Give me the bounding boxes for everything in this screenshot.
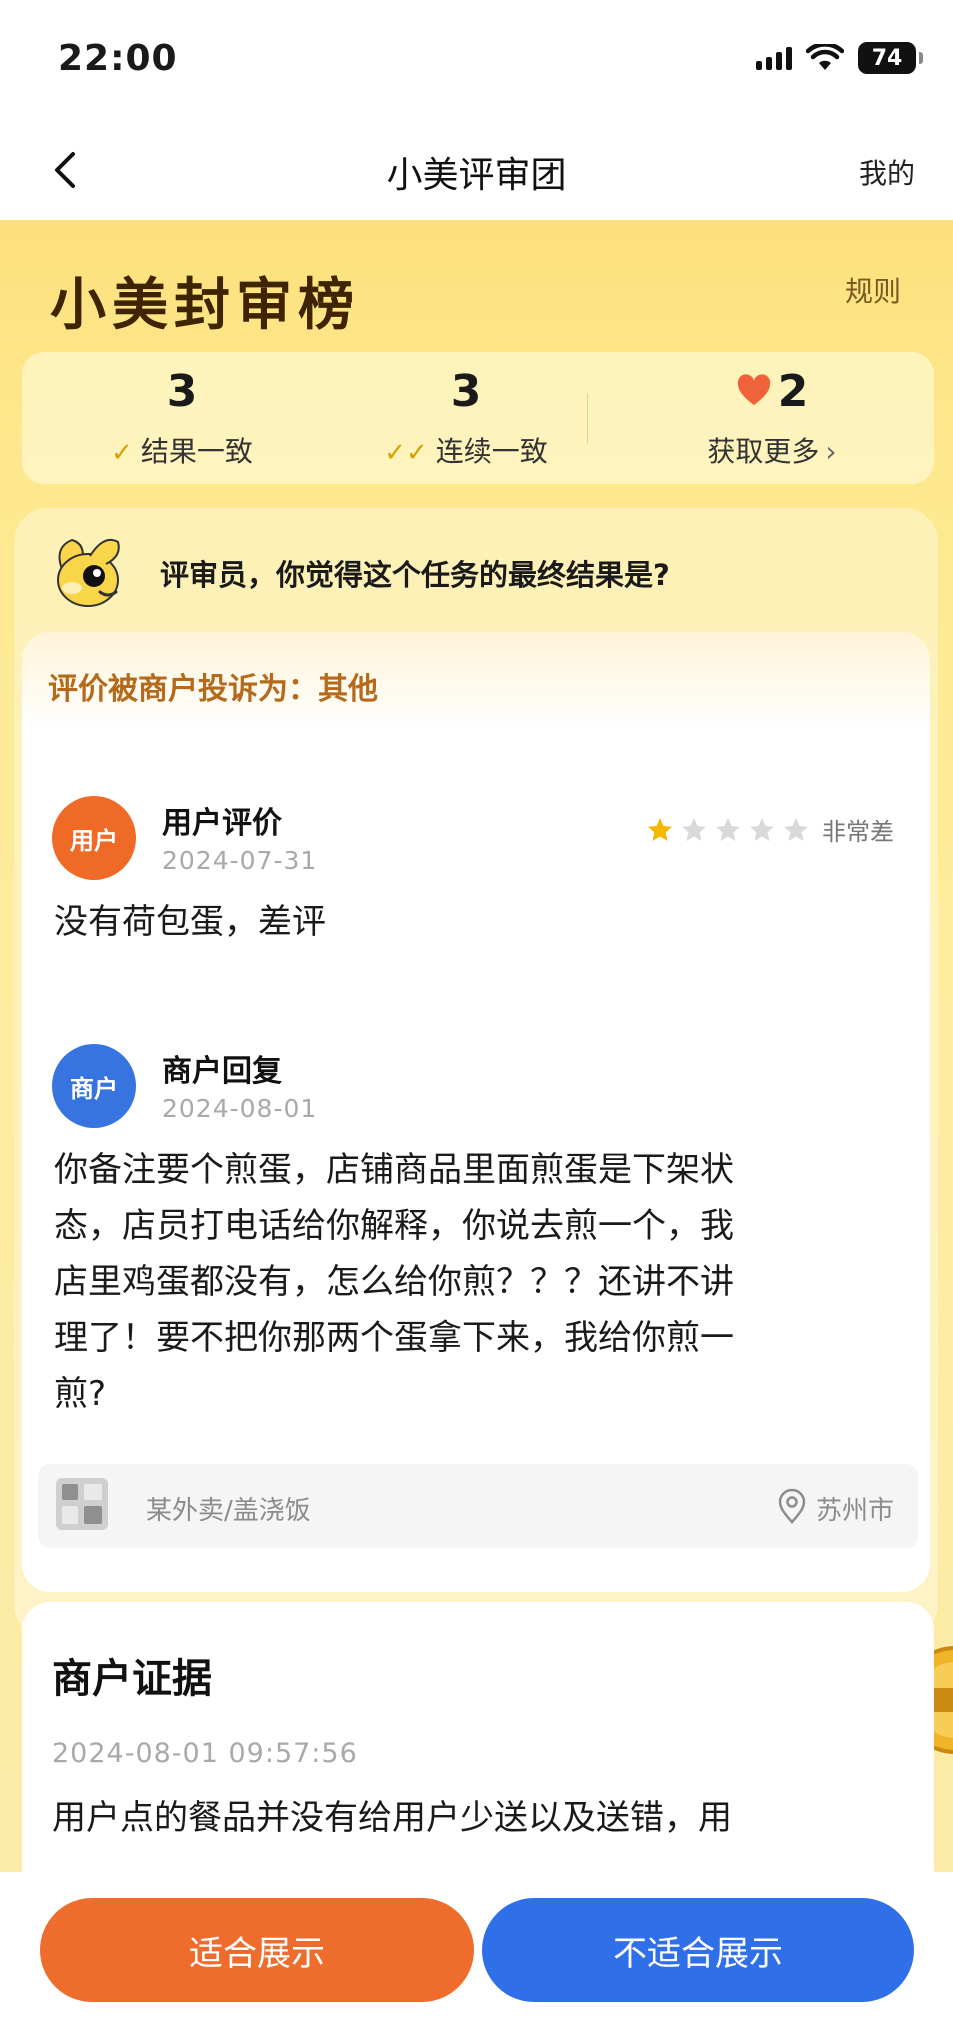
star-empty-icon bbox=[784, 817, 808, 841]
review-card: 评价被商户投诉为：其他 用户 用户评价 2024-07-31 非常差 没有荷包蛋… bbox=[22, 632, 930, 1592]
star-empty-icon bbox=[716, 817, 740, 841]
stat-value: 3 bbox=[166, 366, 198, 417]
action-bar: 适合展示 不适合展示 bbox=[0, 1872, 953, 2034]
star-empty-icon bbox=[682, 817, 706, 841]
reply-line: 你备注要个煎蛋，店铺商品里面煎蛋是下架状 bbox=[54, 1150, 734, 1190]
reply-line: 理了！要不把你那两个蛋拿下来，我给你煎一 bbox=[54, 1318, 734, 1358]
store-info[interactable]: 某外卖/盖浇饭 苏州市 bbox=[38, 1464, 918, 1548]
page-title: 小美评审团 bbox=[386, 155, 567, 196]
nav-bar: 小美评审团 我的 bbox=[0, 120, 953, 220]
star-empty-icon bbox=[750, 817, 774, 841]
merchant-reply-title: 商户回复 bbox=[162, 1054, 282, 1089]
question-text: 评审员，你觉得这个任务的最终结果是? bbox=[160, 558, 670, 592]
user-review-title: 用户评价 bbox=[162, 806, 282, 841]
stats-card: 3 ✓ 结果一致 3 ✓✓ 连续一致 2 获取更多 › bbox=[22, 352, 934, 484]
evidence-time: 2024-08-01 09:57:56 bbox=[52, 1738, 358, 1769]
not-suitable-to-show-button[interactable]: 不适合展示 bbox=[482, 1898, 914, 2002]
rating-text: 非常差 bbox=[822, 818, 894, 846]
mascot-icon bbox=[57, 538, 120, 607]
reply-line: 店里鸡蛋都没有，怎么给你煎？？？还讲不讲 bbox=[54, 1262, 734, 1302]
merchant-avatar: 商户 bbox=[52, 1044, 136, 1128]
heart-icon bbox=[737, 374, 770, 405]
merchant-reply-content: 你备注要个煎蛋，店铺商品里面煎蛋是下架状 态，店员打电话给你解释，你说去煎一个，… bbox=[54, 1142, 900, 1422]
user-review-content: 没有荷包蛋，差评 bbox=[54, 902, 326, 942]
star-rating: 非常差 bbox=[646, 812, 894, 847]
battery-icon: 74 bbox=[858, 42, 923, 74]
store-name: 某外卖/盖浇饭 bbox=[146, 1496, 311, 1526]
complaint-banner: 评价被商户投诉为：其他 bbox=[22, 632, 930, 728]
location-pin-icon bbox=[778, 1488, 806, 1524]
evidence-text: 用户点的餐品并没有给用户少送以及送错，用 bbox=[52, 1798, 732, 1838]
wifi-icon bbox=[806, 44, 844, 70]
user-avatar: 用户 bbox=[52, 796, 136, 880]
stat-label: 连续一致 bbox=[435, 435, 548, 468]
stars bbox=[646, 816, 810, 844]
stat-result-consistent: 3 ✓ 结果一致 bbox=[42, 352, 322, 484]
stat-label-row: ✓ 结果一致 bbox=[42, 430, 322, 470]
status-bar: 22:00 74 bbox=[0, 0, 953, 120]
reply-line: 态，店员打电话给你解释，你说去煎一个，我 bbox=[54, 1206, 734, 1246]
stat-get-more[interactable]: 2 获取更多 › bbox=[632, 352, 912, 484]
stat-value-row: 2 bbox=[632, 366, 912, 417]
complaint-text: 评价被商户投诉为：其他 bbox=[48, 672, 378, 707]
store-city: 苏州市 bbox=[816, 1496, 895, 1526]
stat-streak-consistent: 3 ✓✓ 连续一致 bbox=[326, 352, 606, 484]
status-icons: 74 bbox=[756, 42, 923, 74]
content-area: 小美封审榜 规则 3 ✓ 结果一致 3 ✓✓ 连续一致 2 获取更多 › 评审员… bbox=[0, 220, 953, 2034]
evidence-title: 商户证据 bbox=[52, 1656, 212, 1702]
battery-level: 74 bbox=[858, 42, 916, 74]
mine-link[interactable]: 我的 bbox=[859, 152, 915, 192]
double-check-icon: ✓✓ bbox=[384, 438, 428, 468]
stat-label: 结果一致 bbox=[140, 435, 253, 468]
star-filled-icon bbox=[648, 817, 672, 841]
check-icon: ✓ bbox=[111, 438, 133, 468]
status-time: 22:00 bbox=[58, 38, 178, 79]
question-card: 评审员，你觉得这个任务的最终结果是? 评价被商户投诉为：其他 用户 用户评价 2… bbox=[14, 508, 938, 1638]
merchant-reply-date: 2024-08-01 bbox=[162, 1094, 318, 1123]
stat-label-row: 获取更多 › bbox=[632, 430, 912, 470]
divider bbox=[587, 394, 588, 444]
rules-link[interactable]: 规则 bbox=[845, 270, 901, 310]
suitable-to-show-button[interactable]: 适合展示 bbox=[40, 1898, 474, 2002]
stat-label-row: ✓✓ 连续一致 bbox=[326, 430, 606, 470]
chevron-right-icon: › bbox=[825, 435, 837, 468]
store-thumbnail-icon bbox=[56, 1478, 108, 1530]
signal-icon bbox=[756, 46, 792, 70]
stat-value: 3 bbox=[450, 366, 482, 417]
leaderboard-title: 小美封审榜 bbox=[50, 272, 360, 338]
stat-label: 获取更多 bbox=[707, 435, 820, 468]
user-review-date: 2024-07-31 bbox=[162, 846, 318, 875]
page: 22:00 74 小美评审团 我的 小美封审榜 规则 3 ✓ 结果一致 3 ✓✓… bbox=[0, 0, 953, 2034]
reply-line: 煎? bbox=[54, 1374, 107, 1414]
stat-value: 2 bbox=[777, 366, 809, 417]
